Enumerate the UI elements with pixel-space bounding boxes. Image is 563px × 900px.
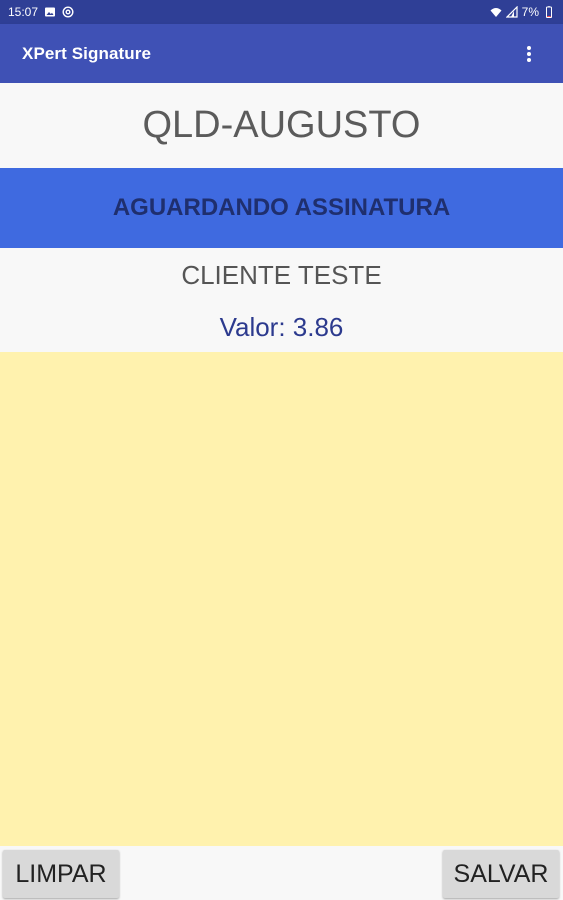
at-sign-icon [62,6,74,18]
app-bar: XPert Signature [0,24,563,83]
clear-button[interactable]: LIMPAR [3,850,119,898]
status-left: 15:07 [8,5,74,19]
status-bar: 15:07 7% [0,0,563,24]
status-banner: AGUARDANDO ASSINATURA [0,168,563,248]
battery-icon [543,6,555,18]
client-value: Valor: 3.86 [219,312,344,342]
save-button[interactable]: SALVAR [443,850,559,898]
client-info: CLIENTE TESTE Valor: 3.86 [0,248,563,352]
image-icon [44,6,56,18]
wifi-icon [490,6,502,18]
overflow-menu-icon [526,45,532,63]
signature-pad[interactable] [0,352,563,846]
action-bar: LIMPAR SALVAR [0,846,563,900]
status-time: 15:07 [8,5,39,19]
signal-icon [505,6,518,18]
battery-level: 7% [521,5,539,19]
app-title: XPert Signature [22,43,152,63]
plate-title: QLD-AUGUSTO [0,83,563,168]
status-right: 7% [490,5,555,19]
overflow-menu-button[interactable] [517,36,541,72]
client-name: CLIENTE TESTE [181,260,382,290]
